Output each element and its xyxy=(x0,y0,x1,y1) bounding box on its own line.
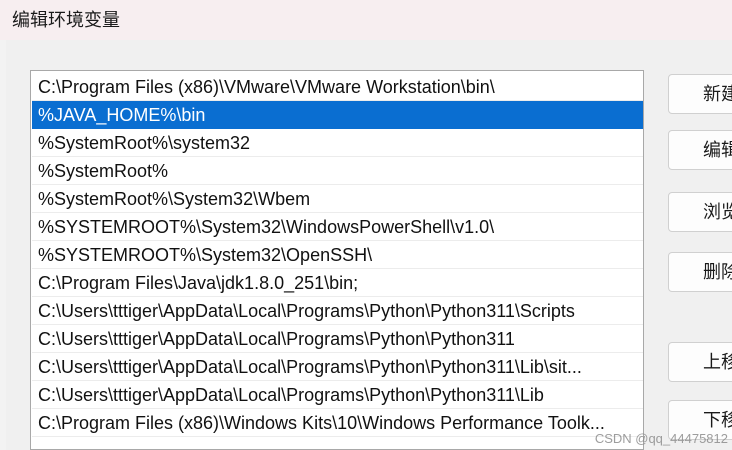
list-item[interactable]: C:\Program Files (x86)\VMware\VMware Wor… xyxy=(32,73,643,101)
dialog-title: 编辑环境变量 xyxy=(12,10,120,30)
list-item[interactable]: %JAVA_HOME%\bin xyxy=(32,101,643,129)
list-item[interactable]: C:\Users\tttiger\AppData\Local\Programs\… xyxy=(32,325,643,353)
new-button[interactable]: 新建 xyxy=(668,74,732,114)
list-item[interactable]: C:\Program Files\Java\jdk1.8.0_251\bin; xyxy=(32,269,643,297)
list-item[interactable]: %SystemRoot%\system32 xyxy=(32,129,643,157)
title-bar: 编辑环境变量 xyxy=(0,0,732,40)
browse-button[interactable]: 浏览 xyxy=(668,192,732,232)
move-up-button[interactable]: 上移 xyxy=(668,342,732,382)
list-item[interactable]: C:\Users\tttiger\AppData\Local\Programs\… xyxy=(32,381,643,409)
list-item[interactable]: %SYSTEMROOT%\System32\WindowsPowerShell\… xyxy=(32,213,643,241)
edit-env-var-dialog: 编辑环境变量 C:\Program Files (x86)\VMware\VMw… xyxy=(0,0,732,450)
button-column: 新建 编辑 浏览 删除 上移 下移 xyxy=(668,70,732,450)
list-item[interactable]: C:\Users\tttiger\AppData\Local\Programs\… xyxy=(32,353,643,381)
left-edge xyxy=(0,40,6,450)
list-item[interactable]: C:\Users\tttiger\AppData\Local\Programs\… xyxy=(32,297,643,325)
list-item[interactable]: %SystemRoot% xyxy=(32,157,643,185)
edit-button[interactable]: 编辑 xyxy=(668,130,732,170)
list-item[interactable]: C:\Program Files (x86)\Windows Kits\10\W… xyxy=(32,409,643,437)
delete-button[interactable]: 删除 xyxy=(668,252,732,292)
watermark: CSDN @qq_44475812 xyxy=(594,431,728,446)
list-item[interactable]: %SYSTEMROOT%\System32\OpenSSH\ xyxy=(32,241,643,269)
list-item[interactable]: %SystemRoot%\System32\Wbem xyxy=(32,185,643,213)
path-listbox[interactable]: C:\Program Files (x86)\VMware\VMware Wor… xyxy=(30,70,644,450)
